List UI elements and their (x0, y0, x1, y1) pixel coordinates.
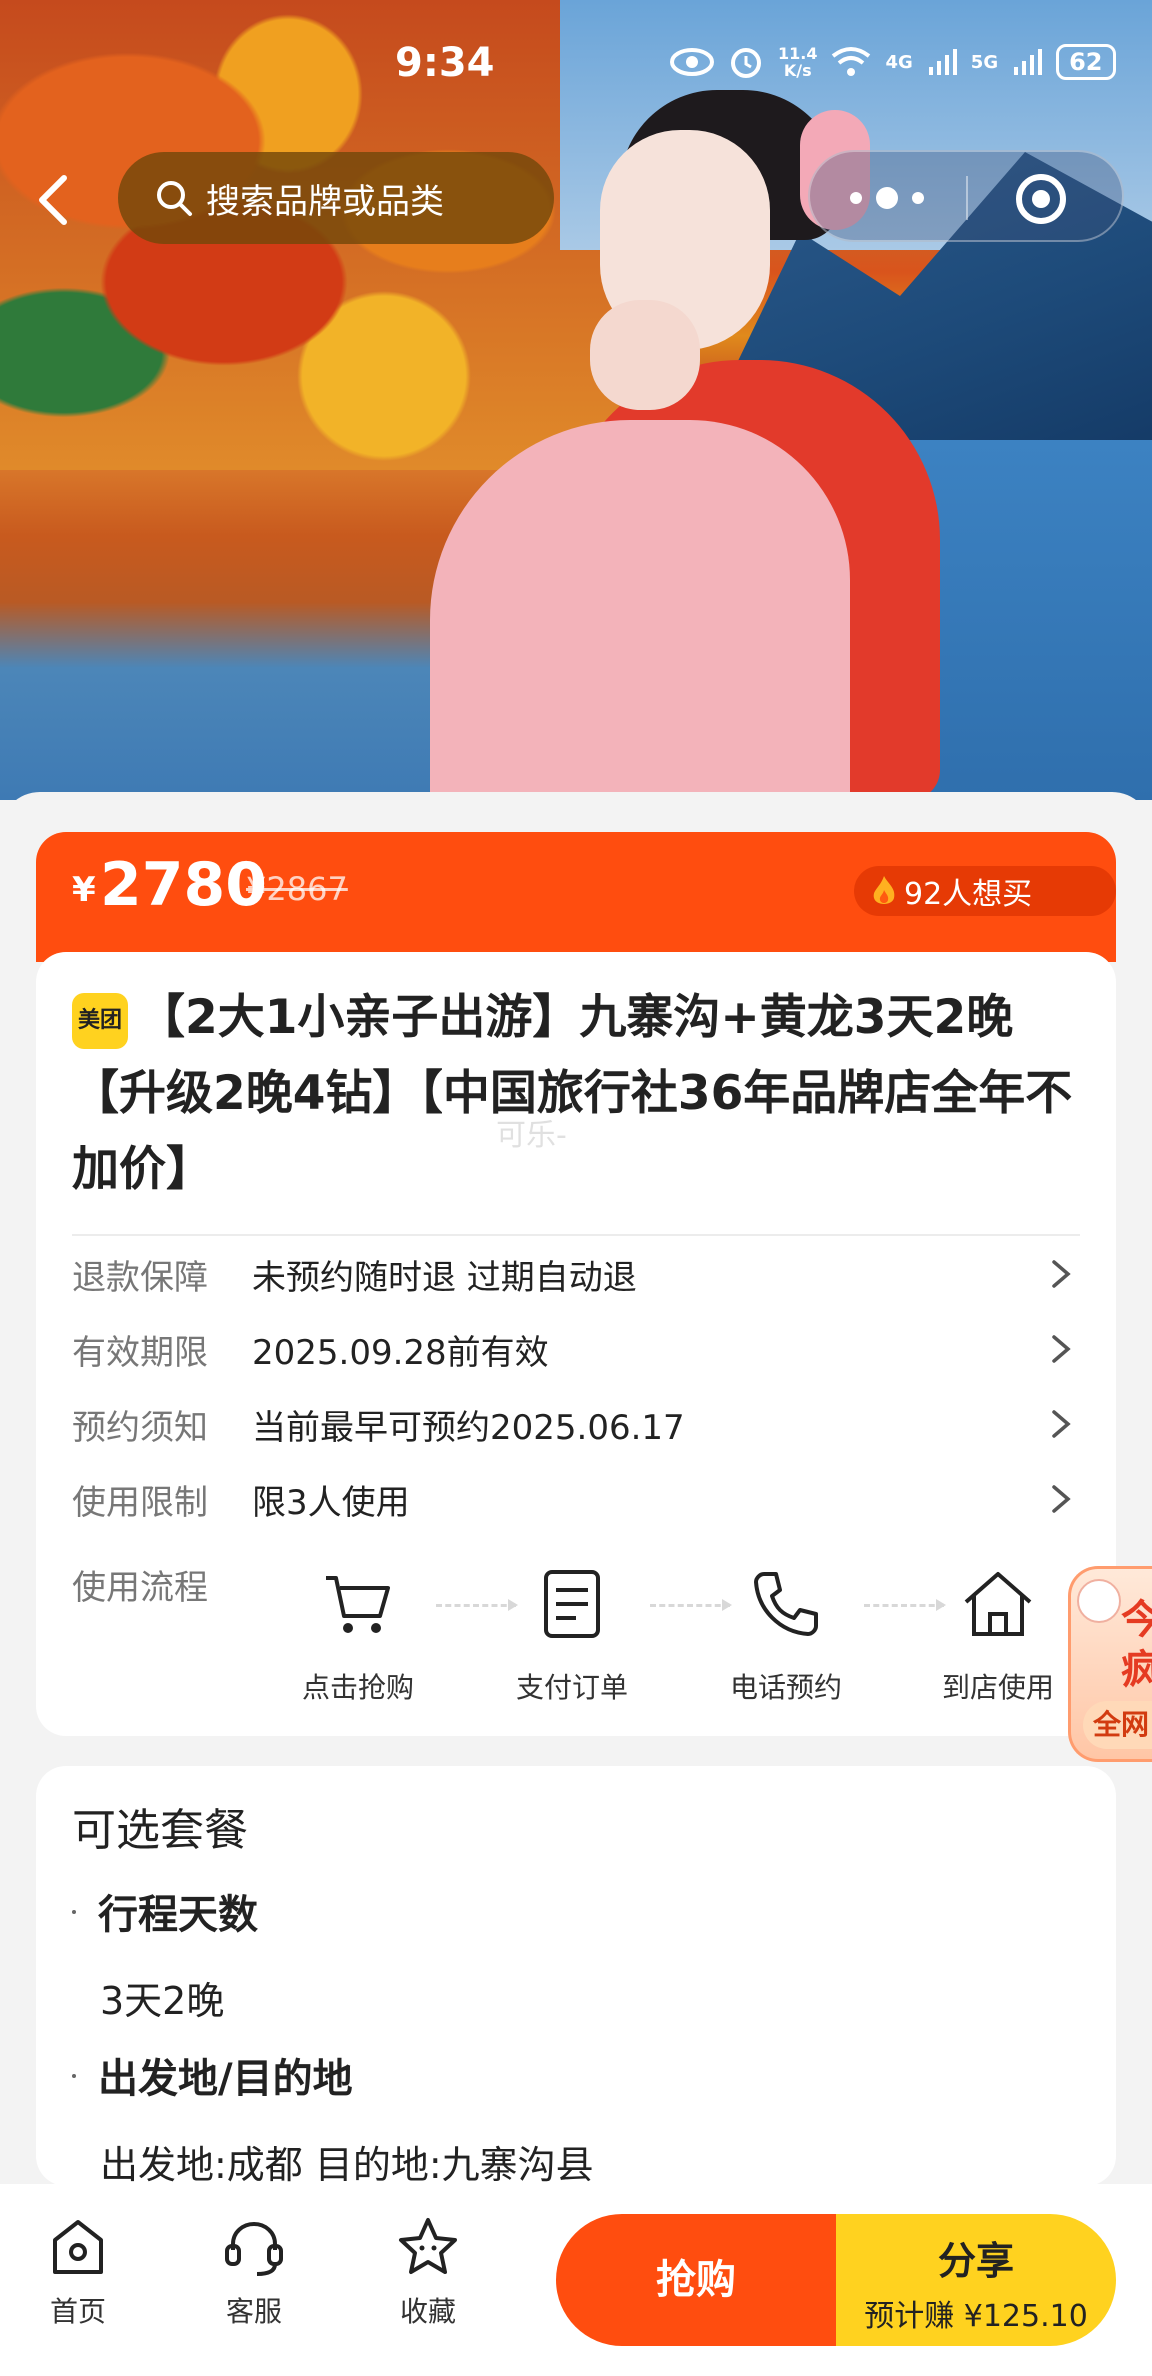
share-earn: 预计赚 ¥125.10 (864, 2299, 1088, 2334)
info-label: 有效期限 (72, 1332, 208, 1373)
wifi-icon (832, 47, 871, 76)
mascot-icon (1077, 1579, 1121, 1623)
search-placeholder: 搜索品牌或品类 (206, 181, 444, 222)
capsule-divider (966, 176, 968, 220)
package-option[interactable]: 出发地:成都 目的地:九寨沟县 (100, 2134, 594, 2186)
flow-step-use: 到店使用 (928, 1564, 1068, 1706)
close-miniprogram-icon[interactable] (1016, 174, 1066, 224)
alarm-icon (731, 48, 761, 78)
info-value: 当前最早可预约2025.06.17 (252, 1407, 685, 1448)
promo-text: 疯 (1121, 1637, 1152, 1695)
currency-symbol: ¥ (72, 870, 96, 910)
status-icons: 11.4 K/s 4G 5G 62 (670, 44, 1116, 80)
flame-icon (873, 876, 895, 904)
chevron-right-icon (1052, 1335, 1071, 1363)
flow-step-label: 点击抢购 (301, 1671, 414, 1704)
bullet (72, 2074, 76, 2078)
back-button[interactable] (28, 170, 78, 230)
info-label: 预约须知 (72, 1407, 208, 1448)
status-time: 9:34 (395, 40, 495, 86)
buy-button[interactable]: 抢购 (556, 2214, 836, 2346)
info-row-validity[interactable]: 有效期限 2025.09.28前有效 (72, 1319, 1080, 1379)
net-speed: 11.4 K/s (778, 44, 818, 80)
info-row-booking[interactable]: 预约须知 当前最早可预约2025.06.17 (72, 1394, 1080, 1454)
current-price: 2780 (100, 850, 267, 920)
status-bar: 9:34 11.4 K/s 4G 5G 62 (0, 30, 1152, 100)
chevron-right-icon (1052, 1485, 1071, 1513)
want-buy-badge: 92人想买 (854, 866, 1116, 916)
tab-label: 首页 (49, 2295, 106, 2328)
phone-icon (754, 1572, 818, 1636)
star-icon (399, 2218, 457, 2274)
share-label: 分享 (937, 2239, 1014, 2283)
flow-step-call: 电话预约 (716, 1564, 856, 1706)
miniprogram-capsule (808, 150, 1124, 242)
info-value: 2025.09.28前有效 (252, 1332, 549, 1373)
want-buy-count: 92人想买 (904, 877, 1033, 912)
flow-step-label: 电话预约 (729, 1671, 842, 1704)
eye-icon (670, 48, 714, 76)
product-card: 美团 【2大1小亲子出游】九寨沟+黄龙3天2晚【升级2晚4钻】【中国旅行社36年品… (36, 952, 1116, 1736)
cart-icon (326, 1576, 390, 1633)
signal-icon (1014, 49, 1043, 75)
more-button[interactable] (850, 180, 960, 216)
tab-service[interactable]: 客服 (204, 2212, 304, 2330)
watermark: 可乐- (496, 1118, 567, 1153)
tab-favorite[interactable]: 收藏 (378, 2212, 478, 2330)
info-label: 使用限制 (72, 1482, 208, 1523)
package-group-title: 行程天数 (98, 1892, 258, 1938)
package-group-title: 出发地/目的地 (98, 2056, 353, 2102)
signal-5g: 5G (970, 51, 999, 73)
signal-icon (928, 49, 957, 75)
package-card: 可选套餐 行程天数 3天2晚 出发地/目的地 出发地:成都 目的地:九寨沟县 (36, 1766, 1116, 2186)
home-icon (964, 1572, 1032, 1636)
flow-step-label: 到店使用 (941, 1671, 1054, 1704)
home-tab-icon (53, 2220, 103, 2274)
promo-tag: 全网 (1083, 1701, 1152, 1749)
divider (72, 1234, 1080, 1236)
chevron-right-icon (1052, 1410, 1071, 1438)
pink-robe (430, 420, 850, 800)
info-row-refund[interactable]: 退款保障 未预约随时退 过期自动退 (72, 1244, 1080, 1304)
product-title: 美团 【2大1小亲子出游】九寨沟+黄龙3天2晚【升级2晚4钻】【中国旅行社36年品… (72, 980, 1082, 1208)
document-icon (544, 1570, 600, 1638)
floating-promo-badge[interactable]: 今 疯 全网 (1068, 1566, 1152, 1762)
meituan-logo: 美团 (72, 993, 128, 1049)
headset-icon (225, 2221, 283, 2276)
search-bar[interactable]: 搜索品牌或品类 (118, 152, 554, 244)
tab-home[interactable]: 首页 (28, 2212, 128, 2330)
package-option[interactable]: 3天2晚 (100, 1970, 224, 2025)
tab-label: 收藏 (399, 2295, 456, 2328)
search-icon (157, 181, 192, 216)
original-price: ¥2867 (246, 870, 348, 908)
price-bar: ¥ 2780 ¥2867 92人想买 (36, 832, 1116, 962)
hero-image (0, 0, 1152, 800)
flow-step-buy: 点击抢购 (288, 1564, 428, 1706)
bottom-action-bar: 首页 客服 收藏 抢购 分享 预计赚 ¥125.10 (0, 2184, 1152, 2376)
signal-4g: 4G (885, 51, 913, 73)
chevron-left-icon (39, 175, 67, 225)
hands (590, 300, 700, 410)
usage-flow: 点击抢购 支付订单 电话预约 到店使用 (288, 1564, 1108, 1724)
battery-indicator: 62 (1056, 44, 1116, 80)
product-title-text: 【2大1小亲子出游】九寨沟+黄龙3天2晚【升级2晚4钻】【中国旅行社36年品牌店… (72, 990, 1073, 1197)
bullet (72, 1910, 76, 1914)
flow-step-pay: 支付订单 (502, 1564, 642, 1706)
flow-label: 使用流程 (72, 1568, 208, 1608)
package-heading: 可选套餐 (72, 1805, 248, 1856)
tab-label: 客服 (225, 2295, 282, 2328)
flow-step-label: 支付订单 (515, 1671, 628, 1704)
info-value: 未预约随时退 过期自动退 (252, 1257, 637, 1298)
share-button[interactable]: 分享 预计赚 ¥125.10 (836, 2214, 1116, 2346)
info-row-limit[interactable]: 使用限制 限3人使用 (72, 1469, 1080, 1529)
info-label: 退款保障 (72, 1257, 208, 1298)
info-value: 限3人使用 (252, 1482, 410, 1523)
chevron-right-icon (1052, 1260, 1071, 1288)
